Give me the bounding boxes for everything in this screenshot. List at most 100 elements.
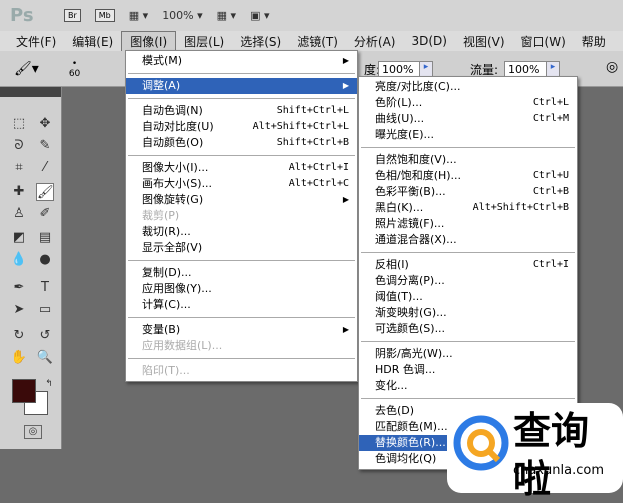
- gradient-icon[interactable]: ▤: [36, 229, 54, 247]
- menu-item[interactable]: 应用图像(Y)...: [126, 281, 357, 297]
- menu-item[interactable]: 色调分离(P)...: [359, 273, 577, 289]
- view-extras-dropdown[interactable]: ▦ ▾: [129, 9, 148, 22]
- menu-10[interactable]: 帮助: [574, 32, 614, 51]
- bridge-button[interactable]: Br: [64, 9, 81, 22]
- menu-item[interactable]: 图像旋转(G) ▶: [126, 192, 357, 208]
- menu-item[interactable]: 裁切(R)...: [126, 224, 357, 240]
- screen-mode-dropdown[interactable]: ▣ ▾: [250, 9, 269, 22]
- menu-5[interactable]: 滤镜(T): [289, 32, 346, 51]
- menu-item[interactable]: 变量(B) ▶: [126, 322, 357, 338]
- menu-item-label: 计算(C)...: [142, 298, 191, 311]
- menu-item[interactable]: 亮度/对比度(C)...: [359, 79, 577, 95]
- menu-item[interactable]: 照片滤镜(F)...: [359, 216, 577, 232]
- hand-tool-icon[interactable]: ✋: [10, 349, 28, 367]
- menu-item[interactable]: 自动对比度(U) Alt+Shift+Ctrl+L: [126, 119, 357, 135]
- healing-brush-icon[interactable]: ✚: [10, 183, 28, 201]
- brush-tool-icon[interactable]: 🖌: [36, 183, 54, 201]
- menu-item[interactable]: 自动颜色(O) Shift+Ctrl+B: [126, 135, 357, 151]
- type-tool-icon[interactable]: T: [36, 279, 54, 297]
- history-brush-icon[interactable]: ✐: [36, 205, 54, 223]
- menu-item[interactable]: HDR 色调...: [359, 362, 577, 378]
- menu-item[interactable]: 曲线(U)... Ctrl+M: [359, 111, 577, 127]
- zoom-level-dropdown[interactable]: 100% ▾: [162, 9, 202, 22]
- menu-item-label: 照片滤镜(F)...: [375, 217, 445, 230]
- arrange-documents-dropdown[interactable]: ▦ ▾: [217, 9, 236, 22]
- tools-panel-header[interactable]: [0, 87, 61, 97]
- dodge-tool-icon[interactable]: ●: [36, 251, 54, 269]
- menu-item[interactable]: 画布大小(S)... Alt+Ctrl+C: [126, 176, 357, 192]
- menu-item[interactable]: 可选颜色(S)...: [359, 321, 577, 337]
- pen-tool-icon[interactable]: ✒: [10, 279, 28, 297]
- tablet-pressure-icon[interactable]: ◎: [606, 59, 618, 75]
- menu-item[interactable]: 图像大小(I)... Alt+Ctrl+I: [126, 160, 357, 176]
- menu-8[interactable]: 视图(V): [455, 32, 513, 51]
- menu-item[interactable]: 阴影/高光(W)...: [359, 346, 577, 362]
- eyedropper-icon[interactable]: ⁄: [36, 159, 54, 177]
- menu-1[interactable]: 编辑(E): [64, 32, 121, 51]
- menu-0[interactable]: 文件(F): [8, 32, 64, 51]
- menu-item[interactable]: 渐变映射(G)...: [359, 305, 577, 321]
- menu-item-label: 变化...: [375, 379, 408, 392]
- menu-item[interactable]: 自动色调(N) Shift+Ctrl+L: [126, 103, 357, 119]
- menu-item-shortcut: Ctrl+U: [532, 170, 569, 181]
- shape-tool-icon[interactable]: ▭: [36, 301, 54, 319]
- menu-separator: [128, 73, 355, 74]
- mini-bridge-button[interactable]: Mb: [94, 9, 115, 22]
- menu-9[interactable]: 窗口(W): [513, 32, 574, 51]
- 3d-orbit-icon[interactable]: ↺: [36, 327, 54, 345]
- menu-item[interactable]: 阈值(T)...: [359, 289, 577, 305]
- menu-item-label: 应用数据组(L)...: [142, 339, 223, 352]
- menu-item-label: 自动对比度(U): [142, 120, 214, 133]
- brush-size-picker[interactable]: • 60: [69, 59, 80, 79]
- menu-separator: [128, 260, 355, 261]
- menu-item-label: 自动颜色(O): [142, 136, 204, 149]
- menu-item[interactable]: 曝光度(E)...: [359, 127, 577, 143]
- menu-3[interactable]: 图层(L): [176, 32, 232, 51]
- quick-selection-icon[interactable]: ✎: [36, 137, 54, 155]
- menu-4[interactable]: 选择(S): [232, 32, 289, 51]
- menu-item[interactable]: 显示全部(V): [126, 240, 357, 256]
- brush-size: 60: [68, 68, 81, 79]
- crop-tool-icon[interactable]: ⌗: [10, 159, 28, 177]
- quick-mask-icon[interactable]: ◎: [24, 425, 42, 439]
- menu-item-label: 陷印(T)...: [142, 364, 190, 377]
- eraser-icon[interactable]: ◩: [10, 229, 28, 247]
- menu-item-label: 替换颜色(R)...: [375, 436, 446, 449]
- zoom-tool-icon[interactable]: 🔍: [36, 349, 54, 367]
- menu-item[interactable]: 反相(I) Ctrl+I: [359, 257, 577, 273]
- move-tool-icon[interactable]: ✥: [36, 115, 54, 133]
- clone-stamp-icon[interactable]: ♙: [10, 205, 28, 223]
- menu-item[interactable]: 变化...: [359, 378, 577, 394]
- menu-2[interactable]: 图像(I): [121, 30, 177, 52]
- menu-item[interactable]: 调整(A) ▶: [126, 78, 357, 94]
- tools-panel: ⬚ ✥ ᘐ ✎ ⌗ ⁄ ✚ 🖌 ♙ ✐ ◩ ▤ 💧 ● ✒ T ➤ ▭ ↻ ↺ …: [0, 87, 62, 449]
- menu-item[interactable]: 复制(D)...: [126, 265, 357, 281]
- menu-item[interactable]: 色彩平衡(B)... Ctrl+B: [359, 184, 577, 200]
- menu-item-shortcut: Ctrl+L: [532, 97, 569, 108]
- menu-item[interactable]: 黑白(K)... Alt+Shift+Ctrl+B: [359, 200, 577, 216]
- menu-7[interactable]: 3D(D): [403, 33, 454, 49]
- path-selection-icon[interactable]: ➤: [10, 301, 28, 319]
- menu-item-label: 裁剪(P): [142, 209, 180, 222]
- foreground-color-swatch[interactable]: [12, 379, 36, 403]
- brush-tool-preset-icon[interactable]: 🖌▾: [14, 61, 39, 77]
- menu-item-label: 色调分离(P)...: [375, 274, 445, 287]
- menu-item-label: 变量(B): [142, 323, 181, 336]
- menu-item[interactable]: 色阶(L)... Ctrl+L: [359, 95, 577, 111]
- menu-item[interactable]: 色相/饱和度(H)... Ctrl+U: [359, 168, 577, 184]
- menu-item[interactable]: 自然饱和度(V)...: [359, 152, 577, 168]
- menu-item-label: 色调均化(Q): [375, 452, 437, 465]
- blur-tool-icon[interactable]: 💧: [10, 251, 28, 269]
- submenu-arrow-icon: ▶: [342, 195, 349, 204]
- menu-item-label: 画布大小(S)...: [142, 177, 213, 190]
- menu-item-shortcut: Ctrl+I: [532, 259, 569, 270]
- marquee-tool-icon[interactable]: ⬚: [10, 115, 28, 133]
- menu-6[interactable]: 分析(A): [346, 32, 404, 51]
- menu-item-label: 渐变映射(G)...: [375, 306, 447, 319]
- menu-item[interactable]: 模式(M) ▶: [126, 53, 357, 69]
- menu-item[interactable]: 通道混合器(X)...: [359, 232, 577, 248]
- lasso-tool-icon[interactable]: ᘐ: [10, 137, 28, 155]
- swap-colors-icon[interactable]: ↰: [40, 375, 58, 393]
- menu-item[interactable]: 计算(C)...: [126, 297, 357, 313]
- 3d-rotate-icon[interactable]: ↻: [10, 327, 28, 345]
